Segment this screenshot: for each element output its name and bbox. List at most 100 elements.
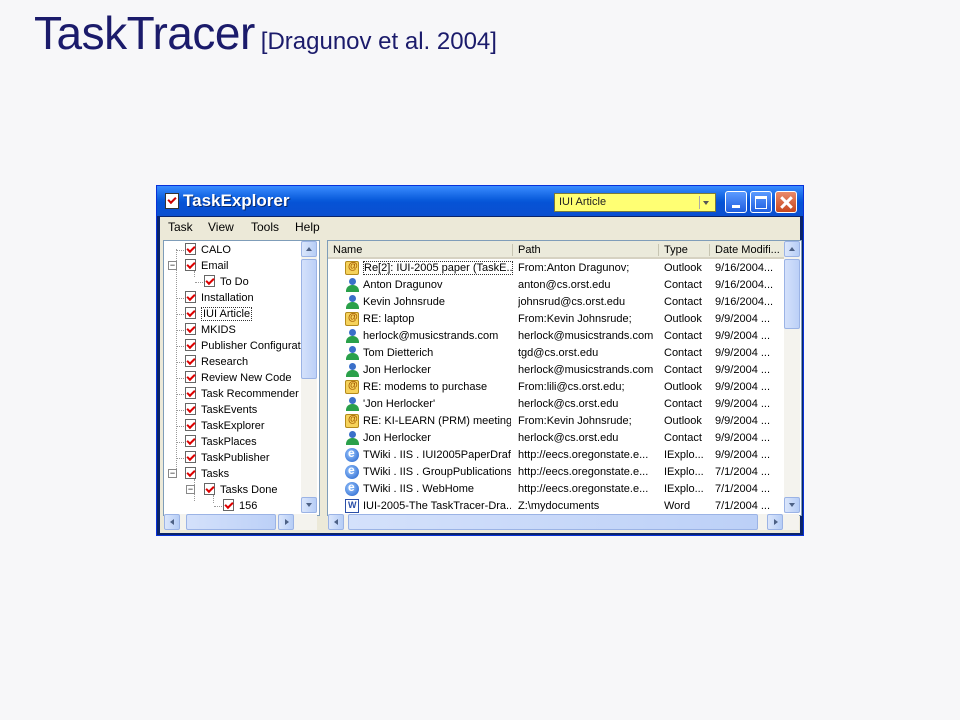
list-horizontal-scrollbar[interactable] bbox=[328, 514, 799, 530]
cell-path: herlock@musicstrands.com bbox=[518, 364, 654, 376]
tree-horizontal-scrollbar[interactable] bbox=[164, 514, 317, 530]
scroll-thumb[interactable] bbox=[186, 514, 276, 530]
menu-task[interactable]: Task bbox=[168, 220, 193, 234]
column-header-type[interactable]: Type bbox=[659, 241, 710, 259]
minimize-button[interactable] bbox=[725, 191, 747, 213]
column-header-date-modified[interactable]: Date Modifi... bbox=[710, 241, 786, 259]
tree-item-review-new-code[interactable]: Review New Code bbox=[164, 370, 314, 386]
task-check-icon bbox=[185, 243, 196, 255]
cell-name: Jon Herlocker bbox=[363, 432, 431, 444]
menu-bar: Task View Tools Help bbox=[160, 217, 800, 237]
scroll-thumb[interactable] bbox=[301, 259, 317, 379]
list-row[interactable]: RE: KI-LEARN (PRM) meetings From:Kevin Jo… bbox=[328, 413, 786, 430]
tree-item-tasks[interactable]: − Tasks bbox=[164, 466, 314, 482]
column-header-label: Type bbox=[664, 244, 688, 256]
tree-item-calo[interactable]: CALO bbox=[164, 242, 314, 258]
scroll-right-button[interactable] bbox=[278, 514, 294, 530]
collapse-icon[interactable]: − bbox=[168, 261, 177, 270]
scroll-left-button[interactable] bbox=[328, 514, 344, 530]
cell-name: Re[2]: IUI-2005 paper (TaskE... bbox=[363, 261, 513, 275]
tree-guide-line bbox=[177, 362, 184, 363]
cell-type: Contact bbox=[664, 432, 702, 444]
list-row[interactable]: RE: modems to purchase From:lili@cs.orst.… bbox=[328, 379, 786, 396]
scroll-thumb[interactable] bbox=[348, 514, 758, 530]
maximize-button[interactable] bbox=[750, 191, 772, 213]
tree-item-taskplaces[interactable]: TaskPlaces bbox=[164, 434, 314, 450]
scroll-down-button[interactable] bbox=[784, 497, 800, 513]
tree-item-publisher-configurat[interactable]: Publisher Configurat bbox=[164, 338, 314, 354]
tree-item-to-do[interactable]: To Do bbox=[164, 274, 314, 290]
list-row[interactable]: Jon Herlocker herlock@cs.orst.edu Contact 9… bbox=[328, 430, 786, 447]
menu-tools[interactable]: Tools bbox=[251, 220, 279, 234]
collapse-icon[interactable]: − bbox=[168, 469, 177, 478]
menu-help[interactable]: Help bbox=[295, 220, 320, 234]
scroll-left-button[interactable] bbox=[164, 514, 180, 530]
list-row[interactable]: TWiki . IIS . WebHome http://eecs.oregons… bbox=[328, 480, 786, 498]
chevron-down-icon[interactable] bbox=[699, 196, 713, 209]
scroll-up-button[interactable] bbox=[301, 241, 317, 257]
tree-item-156[interactable]: 156 bbox=[164, 498, 314, 514]
list-row[interactable]: TWiki . IIS . IUI2005PaperDraft http://ee… bbox=[328, 446, 786, 464]
web-icon bbox=[345, 480, 359, 496]
scroll-up-button[interactable] bbox=[784, 241, 800, 257]
list-row[interactable]: Kevin Johnsrude johnsrud@cs.orst.edu Conta… bbox=[328, 294, 786, 311]
cell-path: http://eecs.oregonstate.e... bbox=[518, 466, 649, 478]
menu-view[interactable]: View bbox=[208, 220, 234, 234]
tree-item-label: IUI Article bbox=[201, 307, 253, 321]
cell-date: 7/1/2004 ... bbox=[715, 466, 771, 478]
list-row[interactable]: RE: laptop From:Kevin Johnsrude; Outlook 9/… bbox=[328, 311, 786, 328]
tree-item-mkids[interactable]: MKIDS bbox=[164, 322, 314, 338]
list-vertical-scrollbar[interactable] bbox=[784, 241, 800, 513]
scroll-right-button[interactable] bbox=[767, 514, 783, 530]
tree-item-taskexplorer[interactable]: TaskExplorer bbox=[164, 418, 314, 434]
current-task-dropdown[interactable]: IUI Article bbox=[554, 193, 716, 212]
tree-item-iui-article[interactable]: IUI Article bbox=[164, 306, 314, 322]
cell-name: RE: modems to purchase bbox=[363, 381, 488, 393]
task-check-icon bbox=[185, 323, 196, 335]
scroll-down-button[interactable] bbox=[301, 497, 317, 513]
tree-item-taskpublisher[interactable]: TaskPublisher bbox=[164, 450, 314, 466]
list-row[interactable]: Jon Herlocker herlock@musicstrands.com Con… bbox=[328, 362, 786, 379]
cell-path: herlock@cs.orst.edu bbox=[518, 432, 619, 444]
list-row[interactable]: Tom Dietterich tgd@cs.orst.edu Contact 9/9/… bbox=[328, 345, 786, 362]
title-bar[interactable]: TaskExplorer IUI Article bbox=[157, 186, 803, 216]
cell-type: Outlook bbox=[664, 313, 702, 325]
contact-head bbox=[349, 363, 356, 370]
tree-item-label: Review New Code bbox=[201, 372, 292, 384]
tree-item-installation[interactable]: Installation bbox=[164, 290, 314, 306]
tree-item-task-recommender[interactable]: Task Recommender bbox=[164, 386, 314, 402]
list-row[interactable]: IUI-2005-The TaskTracer-Dra... Z:\mydocum… bbox=[328, 498, 786, 515]
list-row[interactable]: 'Jon Herlocker' herlock@cs.orst.edu Contac… bbox=[328, 396, 786, 413]
tree-item-email[interactable]: − Email bbox=[164, 258, 314, 274]
column-header-label: Path bbox=[518, 244, 541, 256]
tree-item-tasks-done[interactable]: − Tasks Done bbox=[164, 482, 314, 498]
list-row[interactable]: TWiki . IIS . GroupPublications http://ee… bbox=[328, 463, 786, 481]
contact-body bbox=[346, 353, 359, 360]
tree-guide-line bbox=[177, 394, 184, 395]
tree-vertical-scrollbar[interactable] bbox=[301, 241, 317, 513]
cell-path: From:lili@cs.orst.edu; bbox=[518, 381, 625, 393]
collapse-icon[interactable]: − bbox=[186, 485, 195, 494]
list-row[interactable]: herlock@musicstrands.com herlock@musicstr… bbox=[328, 328, 786, 345]
column-header-path[interactable]: Path bbox=[513, 241, 659, 259]
column-header-name[interactable]: Name bbox=[328, 241, 513, 259]
cell-path: From:Kevin Johnsrude; bbox=[518, 415, 632, 427]
cell-name: RE: laptop bbox=[363, 313, 415, 325]
email-icon bbox=[345, 312, 359, 326]
tree-guide-line bbox=[177, 250, 184, 251]
scroll-thumb[interactable] bbox=[784, 259, 800, 329]
cell-name: TWiki . IIS . WebHome bbox=[363, 483, 475, 495]
task-check-icon bbox=[204, 483, 215, 495]
list-row[interactable]: Re[2]: IUI-2005 paper (TaskE... From:Anto… bbox=[328, 260, 786, 277]
task-check-icon bbox=[185, 291, 196, 303]
cell-name: Anton Dragunov bbox=[363, 279, 443, 291]
close-button[interactable] bbox=[775, 191, 797, 213]
list-row[interactable]: Anton Dragunov anton@cs.orst.edu Contact 9/… bbox=[328, 277, 786, 294]
cell-type: Contact bbox=[664, 330, 702, 342]
tree-item-taskevents[interactable]: TaskEvents bbox=[164, 402, 314, 418]
app-checkbox-icon bbox=[165, 193, 179, 209]
task-tree: CALO − Email To Do Installation IUI Arti… bbox=[163, 240, 320, 516]
tree-guide-line bbox=[177, 330, 184, 331]
tree-guide-line bbox=[177, 410, 184, 411]
tree-item-research[interactable]: Research bbox=[164, 354, 314, 370]
